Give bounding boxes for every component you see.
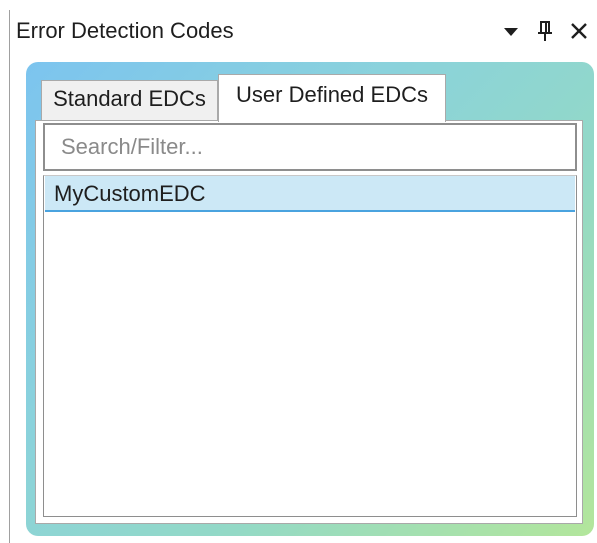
tab-standard-edcs[interactable]: Standard EDCs [41, 80, 218, 120]
error-detection-codes-panel: Error Detection Codes Standard EDCs User… [0, 0, 597, 543]
pin-icon [532, 16, 558, 46]
tab-content-area: MyCustomEDC [35, 120, 583, 524]
close-icon [567, 16, 593, 46]
list-item[interactable]: MyCustomEDC [45, 176, 575, 212]
search-input[interactable] [45, 125, 575, 169]
search-filter-box[interactable] [43, 123, 577, 171]
tab-user-defined-edcs[interactable]: User Defined EDCs [218, 74, 446, 122]
close-panel-button[interactable] [567, 16, 593, 46]
chevron-down-icon [498, 16, 524, 46]
window-position-dropdown-button[interactable] [498, 16, 524, 46]
auto-hide-pin-button[interactable] [532, 16, 558, 46]
edc-list[interactable]: MyCustomEDC [43, 175, 577, 517]
panel-title-bar: Error Detection Codes [10, 10, 597, 54]
panel-title: Error Detection Codes [16, 18, 234, 43]
panel-left-border [9, 10, 10, 543]
